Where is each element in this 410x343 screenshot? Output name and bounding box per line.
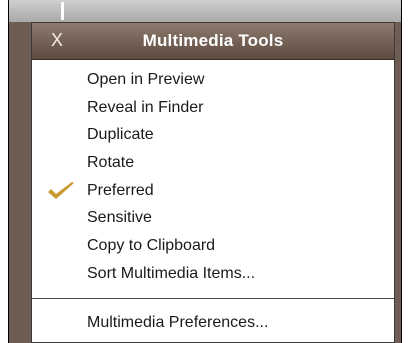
background-window-toolbar bbox=[9, 0, 401, 22]
menu-item-sensitive[interactable]: Sensitive bbox=[32, 204, 394, 232]
menu-list: Open in Preview Reveal in Finder Duplica… bbox=[32, 60, 394, 337]
menu-item-label: Sort Multimedia Items... bbox=[87, 264, 256, 282]
checkmark-icon bbox=[48, 181, 74, 199]
menu-item-label: Preferred bbox=[87, 181, 154, 199]
menu-item-preferred[interactable]: Preferred bbox=[32, 177, 394, 205]
menu-item-label: Multimedia Preferences... bbox=[87, 313, 269, 331]
menu-item-reveal-in-finder[interactable]: Reveal in Finder bbox=[32, 94, 394, 122]
menu-item-multimedia-preferences[interactable]: Multimedia Preferences... bbox=[32, 309, 394, 337]
menu-item-sort-multimedia-items[interactable]: Sort Multimedia Items... bbox=[32, 260, 394, 288]
menu-item-label: Copy to Clipboard bbox=[87, 237, 216, 255]
background-window-frame: X Multimedia Tools Open in Preview Revea… bbox=[8, 0, 402, 343]
menu-item-open-in-preview[interactable]: Open in Preview bbox=[32, 66, 394, 94]
menu-title: Multimedia Tools bbox=[142, 31, 284, 50]
menu-item-rotate[interactable]: Rotate bbox=[32, 149, 394, 177]
toolbar-divider bbox=[61, 2, 64, 20]
menu-item-duplicate[interactable]: Duplicate bbox=[32, 121, 394, 149]
multimedia-tools-menu: X Multimedia Tools Open in Preview Revea… bbox=[31, 22, 395, 343]
menu-item-label: Open in Preview bbox=[87, 71, 205, 88]
menu-item-copy-to-clipboard[interactable]: Copy to Clipboard bbox=[32, 232, 394, 260]
menu-titlebar: X Multimedia Tools bbox=[32, 23, 394, 60]
menu-separator bbox=[32, 297, 394, 299]
menu-item-label: Sensitive bbox=[87, 209, 152, 227]
menu-item-label: Reveal in Finder bbox=[87, 98, 204, 116]
menu-item-label: Duplicate bbox=[87, 126, 154, 144]
menu-item-label: Rotate bbox=[87, 154, 135, 172]
